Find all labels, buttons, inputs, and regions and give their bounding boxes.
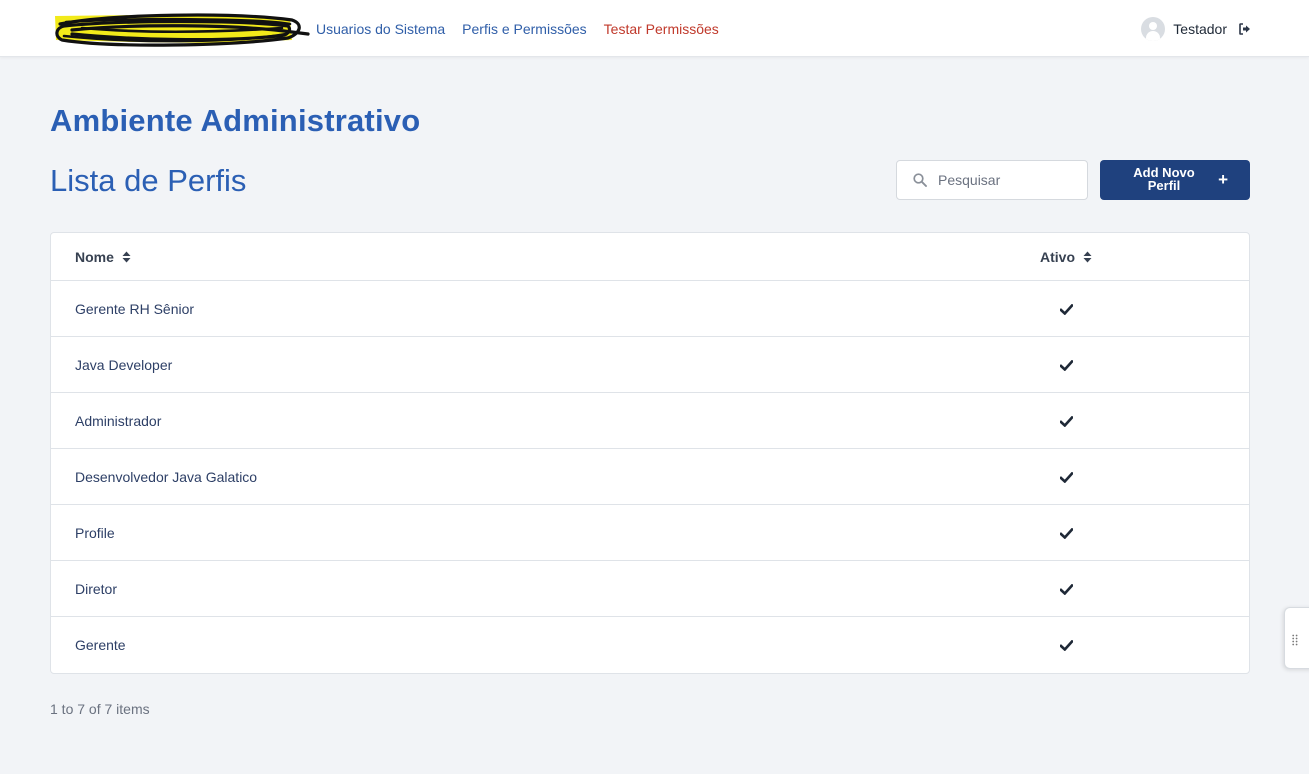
table-body: Gerente RH Sênior Java Developer Administr… xyxy=(51,281,1249,674)
column-header-nome[interactable]: Nome xyxy=(75,233,131,281)
cell-nome: Gerente RH Sênior xyxy=(75,301,195,317)
main-nav: Usuarios do Sistema Perfis e Permissões … xyxy=(316,0,719,57)
logout-icon[interactable] xyxy=(1239,22,1251,35)
cell-nome: Desenvolvedor Java Galatico xyxy=(75,469,258,485)
cell-ativo xyxy=(1059,617,1073,673)
add-new-profile-button[interactable]: Add Novo Perfil + xyxy=(1100,160,1250,200)
table-row[interactable]: Desenvolvedor Java Galatico xyxy=(51,449,1249,505)
cell-nome: Diretor xyxy=(75,581,118,597)
cell-ativo xyxy=(1059,337,1073,393)
page-subtitle: Lista de Perfis xyxy=(50,163,247,198)
table-row[interactable]: Profile xyxy=(51,505,1249,561)
grip-icon xyxy=(1292,634,1298,646)
check-icon xyxy=(1059,583,1073,595)
plus-icon: + xyxy=(1218,170,1228,189)
cell-ativo xyxy=(1059,393,1073,449)
cell-nome: Administrador xyxy=(75,413,162,429)
table-row[interactable]: Diretor xyxy=(51,561,1249,617)
add-new-profile-label: Add Novo Perfil xyxy=(1133,165,1195,193)
table-row[interactable]: Administrador xyxy=(51,393,1249,449)
check-icon xyxy=(1059,359,1073,371)
column-header-label: Nome xyxy=(75,249,114,265)
top-navbar: Usuarios do Sistema Perfis e Permissões … xyxy=(0,0,1309,57)
check-icon xyxy=(1059,639,1073,651)
check-icon xyxy=(1059,303,1073,315)
table-row[interactable]: Java Developer xyxy=(51,337,1249,393)
column-header-ativo[interactable]: Ativo xyxy=(1040,233,1092,281)
pagination-summary: 1 to 7 of 7 items xyxy=(50,701,150,717)
cell-nome: Profile xyxy=(75,525,115,541)
column-header-label: Ativo xyxy=(1040,249,1075,265)
table-row[interactable]: Gerente RH Sênior xyxy=(51,281,1249,337)
profiles-table: Nome Ativo Gerente RH Sênior Java Develop… xyxy=(50,232,1250,674)
search-icon xyxy=(913,173,927,187)
nav-link-testar-permissoes[interactable]: Testar Permissões xyxy=(604,21,719,37)
cell-nome: Java Developer xyxy=(75,357,173,373)
cell-ativo xyxy=(1059,281,1073,337)
user-name: Testador xyxy=(1173,20,1227,37)
check-icon xyxy=(1059,471,1073,483)
sort-icon xyxy=(1083,251,1092,263)
user-menu[interactable]: Testador xyxy=(1141,0,1251,57)
side-panel-tab[interactable] xyxy=(1284,607,1309,669)
cell-ativo xyxy=(1059,505,1073,561)
sort-icon xyxy=(122,251,131,263)
search-input[interactable] xyxy=(938,172,1078,188)
cell-nome: Gerente xyxy=(75,637,126,653)
user-avatar-icon xyxy=(1141,16,1166,41)
cell-ativo xyxy=(1059,449,1073,505)
nav-link-perfis-e-permissoes[interactable]: Perfis e Permissões xyxy=(462,21,586,37)
table-header: Nome Ativo xyxy=(51,233,1249,281)
check-icon xyxy=(1059,415,1073,427)
nav-link-usuarios-do-sistema[interactable]: Usuarios do Sistema xyxy=(316,21,445,37)
check-icon xyxy=(1059,527,1073,539)
logo[interactable] xyxy=(52,10,310,48)
table-row[interactable]: Gerente xyxy=(51,617,1249,674)
page-title: Ambiente Administrativo xyxy=(50,103,421,138)
search-box[interactable] xyxy=(896,160,1088,200)
cell-ativo xyxy=(1059,561,1073,617)
